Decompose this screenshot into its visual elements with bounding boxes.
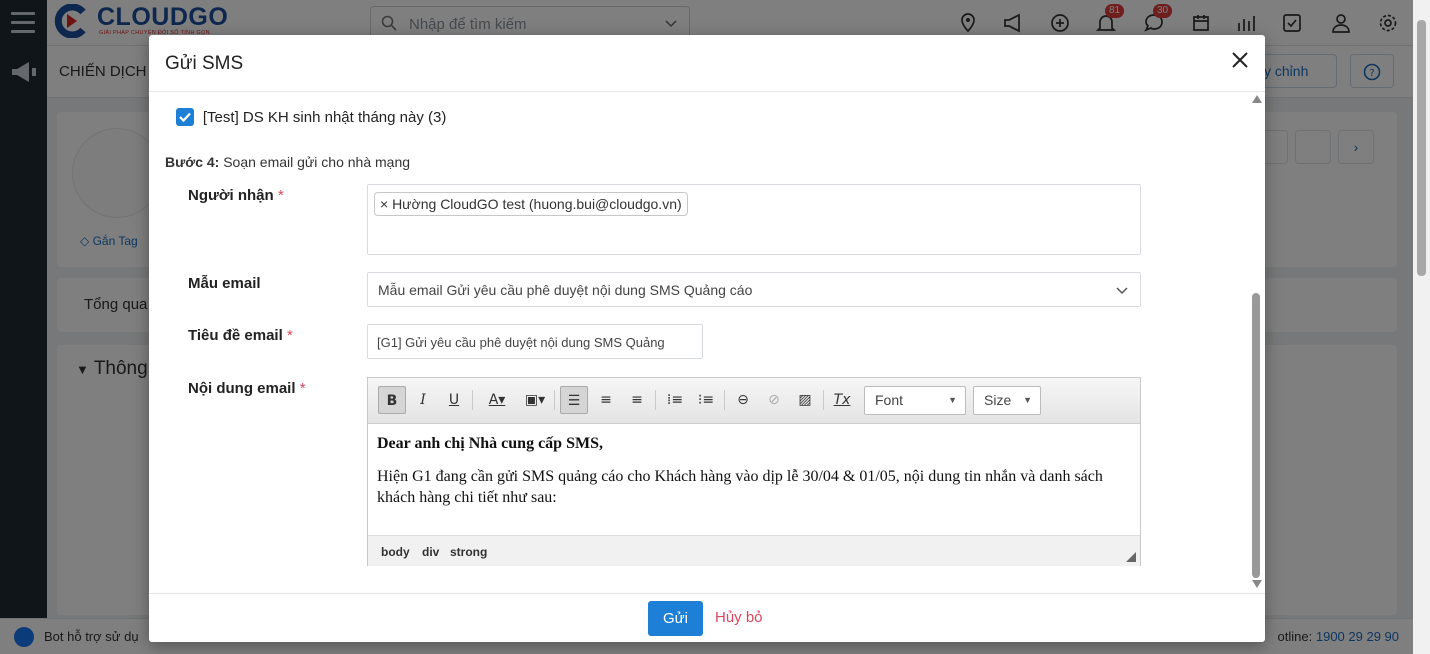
modal-footer: Gửi Hủy bỏ bbox=[149, 593, 1265, 642]
align-left-button[interactable]: ☰ bbox=[560, 386, 588, 414]
modal-scrollbar[interactable] bbox=[1249, 93, 1265, 593]
scroll-down-icon[interactable] bbox=[1252, 580, 1262, 588]
step-heading: Bước 4: Soạn email gửi cho nhà mạng bbox=[165, 154, 410, 170]
italic-icon: I bbox=[420, 392, 426, 408]
clear-format-button[interactable]: Tx bbox=[828, 386, 856, 414]
email-template-value: Mẫu email Gửi yêu cầu phê duyệt nội dung… bbox=[378, 282, 753, 298]
underline-icon: U bbox=[448, 392, 460, 408]
align-left-icon: ☰ bbox=[567, 393, 581, 409]
required-mark: * bbox=[277, 187, 284, 204]
recipient-input[interactable]: × Hường CloudGO test (huong.bui@cloudgo.… bbox=[367, 184, 1141, 255]
content-label-text: Nội dung email bbox=[188, 380, 296, 397]
size-select[interactable]: Size ▼ bbox=[973, 386, 1041, 415]
send-button[interactable]: Gửi bbox=[648, 601, 703, 636]
step-number: Bước 4: bbox=[165, 154, 220, 170]
text-color-button[interactable]: A▾ bbox=[480, 386, 514, 414]
email-subject-value: [G1] Gửi yêu cầu phê duyệt nội dung SMS … bbox=[377, 335, 665, 350]
image-icon: ▨ bbox=[798, 392, 812, 408]
customer-list-checkbox[interactable] bbox=[176, 108, 194, 127]
modal-body: [Test] DS KH sinh nhật tháng này (3) Bướ… bbox=[149, 93, 1249, 593]
caret-down-icon: ▼ bbox=[948, 395, 957, 405]
bg-color-icon: ▣▾ bbox=[524, 392, 546, 408]
scroll-up-icon[interactable] bbox=[1252, 95, 1262, 103]
image-button[interactable]: ▨ bbox=[791, 386, 819, 414]
required-mark: * bbox=[299, 380, 306, 397]
size-select-label: Size bbox=[984, 392, 1012, 408]
clear-format-icon: Tx bbox=[833, 392, 851, 408]
customer-list-label: [Test] DS KH sinh nhật tháng này (3) bbox=[202, 108, 447, 126]
path-item[interactable]: strong bbox=[450, 545, 487, 559]
link-button[interactable]: ⊖ bbox=[729, 386, 757, 414]
editor-toolbar: B I U A▾ ▣▾ ☰ ≡ ≡ ⁞≡ ⁝≡ ⊖ ⊘ ▨ Tx Font ▼ … bbox=[368, 378, 1140, 424]
editor-path-bar: body div strong bbox=[368, 535, 1140, 566]
modal-header: Gửi SMS bbox=[149, 35, 1265, 92]
required-mark: * bbox=[286, 327, 293, 344]
toolbar-divider bbox=[472, 390, 473, 410]
recipient-label: Người nhận * bbox=[188, 187, 284, 204]
toolbar-divider bbox=[823, 390, 824, 410]
align-center-icon: ≡ bbox=[600, 392, 612, 408]
subject-label: Tiêu đề email * bbox=[188, 327, 293, 344]
send-sms-modal: Gửi SMS [Test] DS KH sinh nhật tháng này… bbox=[149, 35, 1265, 642]
recipient-tag[interactable]: × Hường CloudGO test (huong.bui@cloudgo.… bbox=[374, 192, 688, 216]
page-scrollbar[interactable] bbox=[1413, 0, 1430, 654]
customer-list-checkbox-row[interactable]: [Test] DS KH sinh nhật tháng này (3) bbox=[176, 108, 447, 127]
path-item[interactable]: div bbox=[422, 545, 439, 559]
underline-button[interactable]: U bbox=[440, 386, 468, 414]
italic-button[interactable]: I bbox=[409, 386, 437, 414]
step-description: Soạn email gửi cho nhà mạng bbox=[223, 154, 411, 170]
editor-paragraph: Hiện G1 đang cần gửi SMS quảng cáo cho K… bbox=[377, 468, 1103, 506]
rich-text-editor: B I U A▾ ▣▾ ☰ ≡ ≡ ⁞≡ ⁝≡ ⊖ ⊘ ▨ Tx Font ▼ … bbox=[367, 377, 1141, 566]
font-select-label: Font bbox=[875, 392, 904, 408]
template-label: Mẫu email bbox=[188, 275, 261, 292]
editor-content[interactable]: Dear anh chị Nhà cung cấp SMS, Hiện G1 đ… bbox=[368, 425, 1140, 535]
recipient-label-text: Người nhận bbox=[188, 187, 274, 204]
bold-button[interactable]: B bbox=[378, 386, 406, 414]
modal-scrollbar-thumb[interactable] bbox=[1252, 293, 1260, 578]
check-icon bbox=[179, 113, 191, 123]
toolbar-divider bbox=[655, 390, 656, 410]
link-icon: ⊖ bbox=[737, 392, 749, 408]
cancel-button[interactable]: Hủy bỏ bbox=[715, 609, 763, 626]
align-right-button[interactable]: ≡ bbox=[623, 386, 651, 414]
email-template-select[interactable]: Mẫu email Gửi yêu cầu phê duyệt nội dung… bbox=[367, 272, 1141, 307]
chevron-down-icon bbox=[1116, 287, 1128, 295]
toolbar-divider bbox=[554, 390, 555, 410]
bullet-list-icon: ⁝≡ bbox=[697, 392, 715, 408]
resize-handle-icon[interactable] bbox=[1126, 552, 1136, 562]
unlink-icon: ⊘ bbox=[768, 392, 780, 408]
bold-icon: B bbox=[386, 393, 398, 409]
caret-down-icon: ▼ bbox=[1023, 395, 1032, 405]
modal-title: Gửi SMS bbox=[165, 53, 244, 74]
toolbar-divider bbox=[724, 390, 725, 410]
bg-color-button[interactable]: ▣▾ bbox=[518, 386, 552, 414]
path-item[interactable]: body bbox=[381, 545, 410, 559]
subject-label-text: Tiêu đề email bbox=[188, 327, 283, 344]
editor-greeting: Dear anh chị Nhà cung cấp SMS, bbox=[377, 435, 603, 452]
email-subject-input[interactable]: [G1] Gửi yêu cầu phê duyệt nội dung SMS … bbox=[367, 324, 703, 359]
content-label: Nội dung email * bbox=[188, 380, 306, 397]
close-icon[interactable] bbox=[1229, 49, 1251, 71]
align-center-button[interactable]: ≡ bbox=[592, 386, 620, 414]
ordered-list-button[interactable]: ⁞≡ bbox=[661, 386, 689, 414]
page-scrollbar-thumb[interactable] bbox=[1417, 20, 1426, 276]
font-select[interactable]: Font ▼ bbox=[864, 386, 966, 415]
bullet-list-button[interactable]: ⁝≡ bbox=[692, 386, 720, 414]
align-right-icon: ≡ bbox=[631, 392, 643, 408]
ordered-list-icon: ⁞≡ bbox=[666, 392, 684, 408]
unlink-button[interactable]: ⊘ bbox=[760, 386, 788, 414]
text-color-icon: A▾ bbox=[488, 392, 506, 408]
